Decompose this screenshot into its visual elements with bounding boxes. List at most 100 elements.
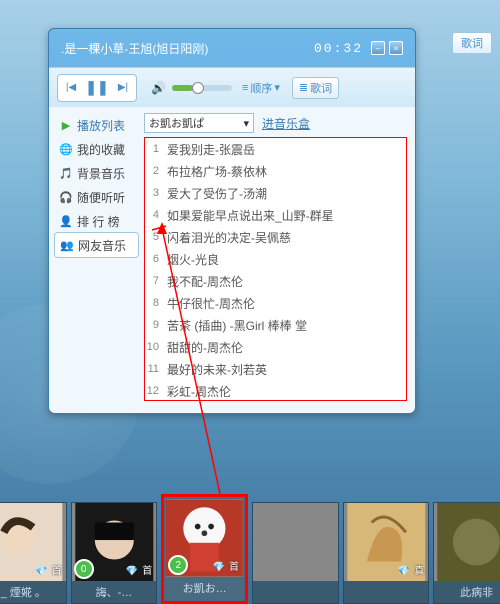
- avatar-card[interactable]: 2💎首お凱お…: [161, 494, 248, 604]
- avatar-image: 💎首: [0, 503, 66, 581]
- sidebar-item-label: 网友音乐: [78, 237, 126, 254]
- avatar-name: 此病非: [434, 581, 500, 603]
- song-title: 我不配-周杰伦: [163, 273, 406, 290]
- song-row[interactable]: 2布拉格广场-蔡依林: [145, 160, 406, 182]
- song-title: 如果爱能早点说出来_山野-群星: [163, 207, 406, 224]
- song-row[interactable]: 6烟火-光良: [145, 248, 406, 270]
- song-row[interactable]: 8牛仔很忙-周杰伦: [145, 292, 406, 314]
- sidebar-item-2[interactable]: 🎧 随便听听: [55, 185, 138, 209]
- song-row[interactable]: 1爱我别走-张震岳: [145, 138, 406, 160]
- song-row[interactable]: 5闪着泪光的决定-吴佩慈: [145, 226, 406, 248]
- lyric-icon: ≣: [299, 81, 308, 94]
- minimize-button[interactable]: –: [371, 41, 385, 55]
- song-row[interactable]: 12彩虹-周杰伦: [145, 380, 406, 401]
- avatar-name: _ 煙婲 。: [0, 581, 66, 603]
- avatar-card[interactable]: 此病非: [433, 502, 500, 604]
- close-button[interactable]: ×: [389, 41, 403, 55]
- song-index: 1: [145, 143, 163, 155]
- sidebar: ▶ 播放列表 🌐 我的收藏 🎵 背景音乐 🎧 随便听听 👤 排 行 榜👥 网友音乐: [49, 107, 144, 413]
- volume-slider[interactable]: [172, 85, 232, 91]
- song-index: 4: [145, 209, 163, 221]
- sidebar-icon: 🎵: [59, 166, 73, 180]
- sidebar-icon: 🌐: [59, 142, 73, 156]
- avatar-card[interactable]: [252, 502, 339, 604]
- song-row[interactable]: 11最好的未来-刘若英: [145, 358, 406, 380]
- song-title: 牛仔很忙-周杰伦: [163, 295, 406, 312]
- avatar-name: [344, 581, 429, 603]
- controls-bar: |◀ ❚❚ ▶| 🔊 ≡ 顺序 ▾ ≣ 歌词: [49, 67, 415, 107]
- avatar-count: 真: [414, 562, 424, 577]
- sidebar-item-0[interactable]: 🌐 我的收藏: [55, 137, 138, 161]
- play-pause-button[interactable]: ❚❚: [84, 77, 110, 99]
- sidebar-icon: 👥: [60, 238, 74, 252]
- sidebar-item-label: 我的收藏: [77, 141, 125, 158]
- song-title: 最好的未来-刘若英: [163, 361, 406, 378]
- sidebar-item-label: 随便听听: [77, 189, 125, 206]
- sidebar-item-label: 排 行 榜: [77, 213, 120, 230]
- music-player-window: .是一棵小草-王旭(旭日阳刚) 00:32 – × |◀ ❚❚ ▶| 🔊 ≡ 顺…: [48, 28, 416, 414]
- avatar-image: 2💎首: [166, 499, 243, 577]
- song-index: 5: [145, 231, 163, 243]
- avatar-card[interactable]: 💎真: [343, 502, 430, 604]
- song-title: 布拉格广场-蔡依林: [163, 163, 406, 180]
- next-button[interactable]: ▶|: [112, 77, 134, 99]
- volume-icon[interactable]: 🔊: [151, 81, 166, 95]
- shuffle-icon: ≡: [242, 82, 248, 94]
- song-index: 11: [145, 363, 163, 375]
- song-index: 10: [145, 341, 163, 353]
- song-row[interactable]: 7我不配-周杰伦: [145, 270, 406, 292]
- avatar-image: 💎真: [344, 503, 429, 581]
- sidebar-item-1[interactable]: 🎵 背景音乐: [55, 161, 138, 185]
- lyric-button[interactable]: ≣ 歌词: [292, 77, 339, 99]
- song-index: 3: [145, 187, 163, 199]
- gem-icon: 💎: [398, 566, 410, 577]
- avatar-count: 首: [52, 562, 62, 577]
- user-dropdown[interactable]: お凱お凱ぱ ▾: [144, 113, 254, 133]
- song-list: 1爱我别走-张震岳2布拉格广场-蔡依林3爱大了受伤了-汤潮4如果爱能早点说出来_…: [144, 137, 407, 401]
- avatar-count: 首: [142, 562, 152, 577]
- avatar-count: 首: [229, 558, 239, 573]
- music-box-link[interactable]: 进音乐盒: [262, 115, 310, 132]
- now-playing-title: .是一棵小草-王旭(旭日阳刚): [61, 40, 314, 57]
- sidebar-icon: 🎧: [59, 190, 73, 204]
- lyric-side-button[interactable]: 歌词: [452, 32, 492, 54]
- song-title: 烟火-光良: [163, 251, 406, 268]
- gem-icon: 💎: [126, 566, 138, 577]
- sidebar-item-label: 背景音乐: [77, 165, 125, 182]
- play-icon: ▶: [59, 118, 73, 132]
- sidebar-icon: 👤: [59, 214, 73, 228]
- avatar-card[interactable]: 💎首_ 煙婲 。: [0, 502, 67, 604]
- prev-button[interactable]: |◀: [60, 77, 82, 99]
- sidebar-header-playlist[interactable]: ▶ 播放列表: [55, 113, 138, 137]
- sidebar-item-3[interactable]: 👤 排 行 榜: [55, 209, 138, 233]
- avatar-card[interactable]: 0 💎 首誨、-…: [71, 502, 158, 604]
- song-title: 爱我别走-张震岳: [163, 141, 406, 158]
- avatar-name: お凱お…: [166, 577, 243, 599]
- titlebar: .是一棵小草-王旭(旭日阳刚) 00:32 – ×: [49, 29, 415, 67]
- gem-icon: 💎: [213, 562, 225, 573]
- song-title: 甜甜的-周杰伦: [163, 339, 406, 356]
- chevron-down-icon: ▾: [274, 81, 280, 94]
- avatar-name: 誨、-…: [72, 581, 157, 603]
- song-index: 7: [145, 275, 163, 287]
- gem-icon: 💎: [35, 566, 47, 577]
- avatar-row: 💎首_ 煙婲 。0💎首誨、-…2💎首お凱お…💎真此病非: [0, 494, 500, 604]
- song-row[interactable]: 9苦茶 (插曲) -黑Girl 棒棒 堂: [145, 314, 406, 336]
- song-index: 2: [145, 165, 163, 177]
- play-mode-dropdown[interactable]: ≡ 顺序 ▾: [242, 80, 280, 96]
- avatar-name: [253, 581, 338, 603]
- song-row[interactable]: 4如果爱能早点说出来_山野-群星: [145, 204, 406, 226]
- song-title: 闪着泪光的决定-吴佩慈: [163, 229, 406, 246]
- song-index: 12: [145, 385, 163, 397]
- song-row[interactable]: 10甜甜的-周杰伦: [145, 336, 406, 358]
- song-title: 彩虹-周杰伦: [163, 383, 406, 400]
- sidebar-item-4[interactable]: 👥 网友音乐: [55, 233, 138, 257]
- avatar-image: [253, 503, 338, 581]
- song-index: 8: [145, 297, 163, 309]
- avatar-image: [434, 503, 500, 581]
- song-row[interactable]: 3爱大了受伤了-汤潮: [145, 182, 406, 204]
- avatar-image: 0 💎 首: [72, 503, 157, 581]
- chevron-down-icon: ▾: [243, 117, 249, 130]
- avatar-badge: 0: [74, 559, 94, 579]
- song-index: 6: [145, 253, 163, 265]
